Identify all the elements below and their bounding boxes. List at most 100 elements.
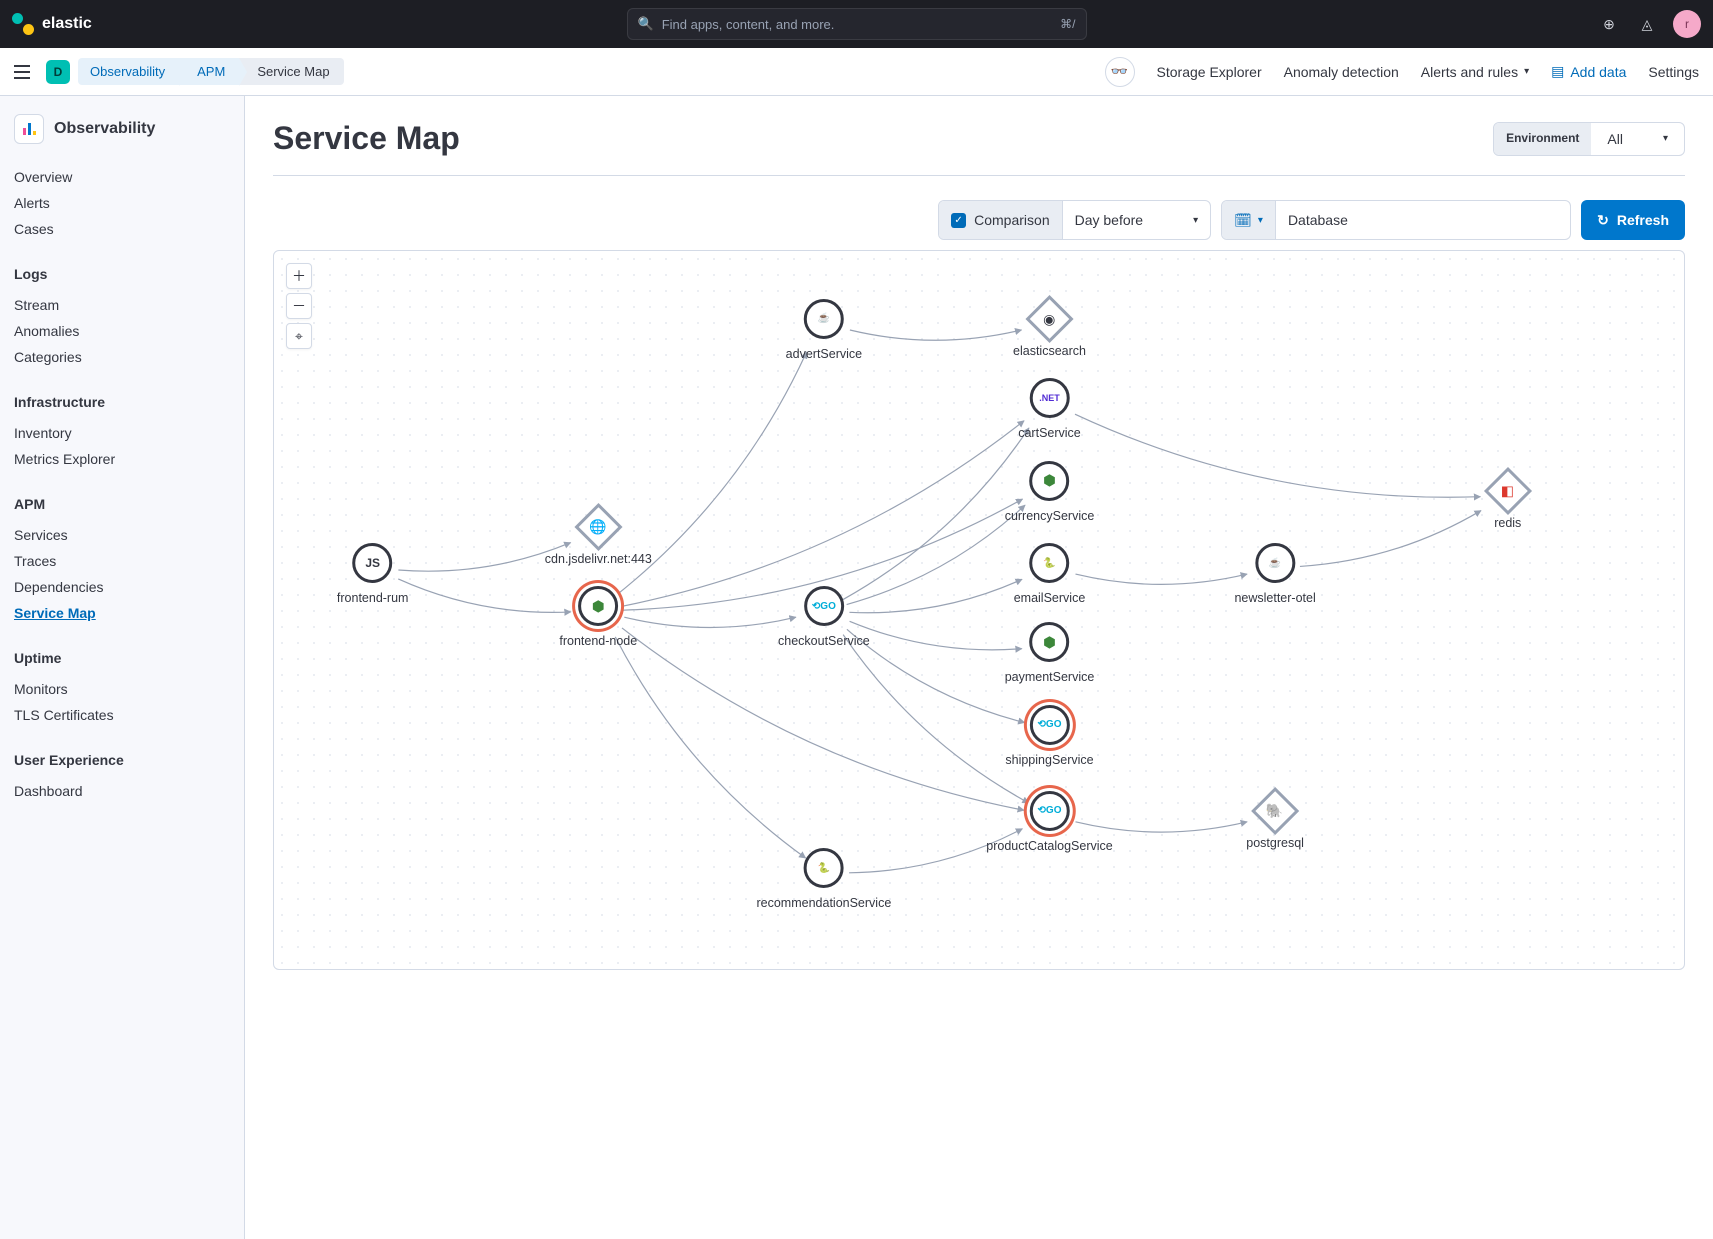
sidebar-item-service-map[interactable]: Service Map	[14, 600, 230, 626]
redis-icon: ◧	[1484, 467, 1532, 515]
node-email[interactable]: 🐍 emailService	[1014, 543, 1086, 605]
comparison-control: ✓ Comparison Day before ▾	[938, 200, 1211, 240]
breadcrumb-apm[interactable]: APM	[179, 58, 239, 85]
user-avatar[interactable]: r	[1673, 10, 1701, 38]
content-area: Service Map Environment All ▾ ✓ Compariso…	[245, 96, 1713, 1239]
python-icon: 🐍	[818, 863, 830, 874]
storage-explorer-link[interactable]: Storage Explorer	[1157, 64, 1262, 80]
refresh-icon: ↻	[1597, 212, 1609, 229]
search-icon: 🔍	[638, 16, 654, 32]
node-postgresql[interactable]: 🐘 postgresql	[1246, 794, 1304, 850]
alerts-rules-menu[interactable]: Alerts and rules▾	[1421, 64, 1529, 80]
search-shortcut: ⌘/	[1060, 17, 1075, 31]
global-search-input[interactable]: 🔍 Find apps, content, and more. ⌘/	[627, 8, 1087, 40]
space-selector[interactable]: D	[46, 60, 70, 84]
elasticsearch-icon: ◉	[1025, 295, 1073, 343]
sidebar-item-inventory[interactable]: Inventory	[14, 420, 230, 446]
brand-name: elastic	[42, 15, 92, 33]
refresh-button[interactable]: ↻ Refresh	[1581, 200, 1685, 240]
nav-toggle-button[interactable]	[14, 60, 38, 84]
chevron-down-icon: ▾	[1193, 215, 1198, 226]
query-group: 🗓 ▾ Database	[1221, 200, 1571, 240]
chevron-down-icon: ▾	[1524, 66, 1529, 77]
node-cdn[interactable]: 🌐 cdn.jsdelivr.net:443	[545, 510, 652, 566]
anomaly-detection-link[interactable]: Anomaly detection	[1284, 64, 1399, 80]
sidebar-item-traces[interactable]: Traces	[14, 548, 230, 574]
comparison-range-select[interactable]: Day before ▾	[1062, 201, 1211, 239]
calendar-icon: 🗓	[1234, 212, 1252, 229]
query-input[interactable]: Database	[1275, 201, 1570, 239]
nodejs-icon: ⬢	[1043, 472, 1055, 489]
sidebar-group-uptime: Uptime	[14, 646, 230, 670]
node-currency[interactable]: ⬢ currencyService	[1005, 461, 1095, 523]
observability-icon	[14, 114, 44, 144]
comparison-toggle[interactable]: ✓ Comparison	[939, 201, 1061, 239]
chevron-down-icon: ▾	[1663, 133, 1668, 144]
sidebar-item-dashboard[interactable]: Dashboard	[14, 778, 230, 804]
fit-button[interactable]: ⌖	[286, 323, 312, 349]
postgresql-icon: 🐘	[1251, 787, 1299, 835]
add-data-link[interactable]: ▤Add data	[1551, 63, 1626, 80]
sidebar-item-anomalies[interactable]: Anomalies	[14, 318, 230, 344]
sidebar-item-metrics-explorer[interactable]: Metrics Explorer	[14, 446, 230, 472]
environment-selector[interactable]: Environment All ▾	[1493, 122, 1685, 156]
node-cart[interactable]: .NET cartService	[1018, 378, 1081, 440]
breadcrumb-current: Service Map	[239, 58, 343, 85]
node-payment[interactable]: ⬢ paymentService	[1005, 622, 1095, 684]
newsfeed-icon[interactable]: ⊕	[1597, 12, 1621, 36]
node-newsletter[interactable]: ☕ newsletter-otel	[1234, 543, 1315, 605]
node-advert[interactable]: ☕ advertService	[786, 299, 862, 361]
indexopen-icon: ▤	[1551, 63, 1564, 80]
go-icon: ⟲GO	[1038, 719, 1062, 730]
node-recommendation[interactable]: 🐍 recommendationService	[756, 848, 891, 910]
java-icon: ☕	[1269, 558, 1281, 569]
sidebar-group-logs: Logs	[14, 262, 230, 286]
python-icon: 🐍	[1043, 558, 1055, 569]
sidebar-title: Observability	[54, 120, 155, 138]
dotnet-icon: .NET	[1039, 393, 1060, 403]
sidebar-item-stream[interactable]: Stream	[14, 292, 230, 318]
java-icon: ☕	[818, 313, 830, 324]
zoom-in-button[interactable]: ＋	[286, 263, 312, 289]
graph-edges-svg	[274, 251, 1684, 969]
globe-icon: 🌐	[574, 503, 622, 551]
sidebar-item-tls-certificates[interactable]: TLS Certificates	[14, 702, 230, 728]
date-picker-button[interactable]: 🗓 ▾	[1222, 201, 1275, 239]
sidebar-item-monitors[interactable]: Monitors	[14, 676, 230, 702]
page-title: Service Map	[273, 120, 460, 157]
environment-label: Environment	[1494, 123, 1591, 155]
go-icon: ⟲GO	[1038, 805, 1062, 816]
elastic-logo-icon	[12, 13, 34, 35]
nodejs-icon: ⬢	[592, 598, 604, 615]
node-redis[interactable]: ◧ redis	[1491, 474, 1525, 530]
sidebar-item-categories[interactable]: Categories	[14, 344, 230, 370]
help-icon[interactable]: ◬	[1635, 12, 1659, 36]
search-placeholder: Find apps, content, and more.	[662, 17, 1060, 32]
node-product[interactable]: ⟲GO productCatalogService	[986, 791, 1112, 853]
node-frontend-node[interactable]: ⬢ frontend-node	[559, 586, 637, 648]
nodejs-icon: ⬢	[1043, 634, 1055, 651]
sidebar-item-overview[interactable]: Overview	[14, 164, 230, 190]
node-elasticsearch[interactable]: ◉ elasticsearch	[1013, 302, 1086, 358]
brand[interactable]: elastic	[12, 13, 92, 35]
sidebar: Observability Overview Alerts Cases Logs…	[0, 96, 245, 1239]
chevron-down-icon: ▾	[1258, 215, 1263, 226]
service-map-panel[interactable]: ＋ － ⌖ JS frontend-rum 🌐 cdn.jsdelivr.	[273, 250, 1685, 970]
top-header: elastic 🔍 Find apps, content, and more. …	[0, 0, 1713, 48]
breadcrumb-observability[interactable]: Observability	[78, 58, 179, 85]
node-shipping[interactable]: ⟲GO shippingService	[1005, 705, 1093, 767]
inspect-icon[interactable]: 👓	[1105, 57, 1135, 87]
zoom-out-button[interactable]: －	[286, 293, 312, 319]
sidebar-item-dependencies[interactable]: Dependencies	[14, 574, 230, 600]
sidebar-group-user-experience: User Experience	[14, 748, 230, 772]
node-frontend-rum[interactable]: JS frontend-rum	[337, 543, 409, 605]
settings-link[interactable]: Settings	[1648, 64, 1699, 80]
sidebar-group-apm: APM	[14, 492, 230, 516]
node-checkout[interactable]: ⟲GO checkoutService	[778, 586, 870, 648]
breadcrumb: Observability APM Service Map	[78, 58, 344, 85]
sidebar-item-alerts[interactable]: Alerts	[14, 190, 230, 216]
sidebar-item-cases[interactable]: Cases	[14, 216, 230, 242]
sidebar-item-services[interactable]: Services	[14, 522, 230, 548]
js-icon: JS	[353, 543, 393, 583]
environment-value: All	[1607, 131, 1623, 147]
